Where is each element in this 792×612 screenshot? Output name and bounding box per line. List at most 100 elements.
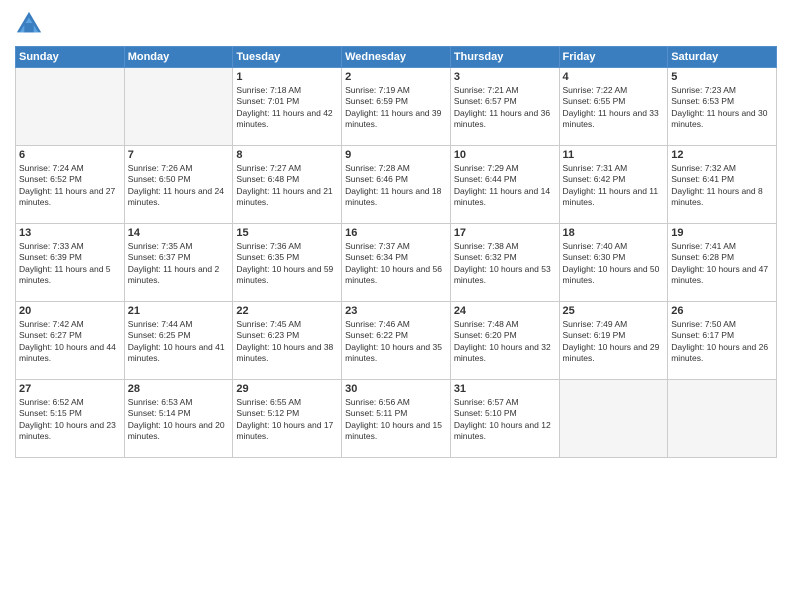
day-info: Sunrise: 7:31 AMSunset: 6:42 PMDaylight:…: [563, 163, 665, 209]
day-number: 23: [345, 305, 447, 317]
calendar-cell: 27 Sunrise: 6:52 AMSunset: 5:15 PMDayligh…: [16, 380, 125, 458]
day-number: 1: [236, 71, 338, 83]
day-number: 31: [454, 383, 556, 395]
day-info: Sunrise: 6:57 AMSunset: 5:10 PMDaylight:…: [454, 397, 556, 443]
day-number: 7: [128, 149, 230, 161]
day-info: Sunrise: 7:38 AMSunset: 6:32 PMDaylight:…: [454, 241, 556, 287]
weekday-header-friday: Friday: [559, 47, 668, 68]
calendar-week-5: 27 Sunrise: 6:52 AMSunset: 5:15 PMDayligh…: [16, 380, 777, 458]
calendar-cell: [16, 68, 125, 146]
day-info: Sunrise: 6:56 AMSunset: 5:11 PMDaylight:…: [345, 397, 447, 443]
calendar-week-4: 20 Sunrise: 7:42 AMSunset: 6:27 PMDayligh…: [16, 302, 777, 380]
day-info: Sunrise: 7:49 AMSunset: 6:19 PMDaylight:…: [563, 319, 665, 365]
day-number: 8: [236, 149, 338, 161]
day-info: Sunrise: 7:29 AMSunset: 6:44 PMDaylight:…: [454, 163, 556, 209]
calendar-cell: 19 Sunrise: 7:41 AMSunset: 6:28 PMDayligh…: [668, 224, 777, 302]
day-info: Sunrise: 7:33 AMSunset: 6:39 PMDaylight:…: [19, 241, 121, 287]
logo-icon: [15, 10, 43, 38]
calendar-cell: 30 Sunrise: 6:56 AMSunset: 5:11 PMDayligh…: [342, 380, 451, 458]
calendar-cell: [124, 68, 233, 146]
calendar-cell: 22 Sunrise: 7:45 AMSunset: 6:23 PMDayligh…: [233, 302, 342, 380]
calendar-week-3: 13 Sunrise: 7:33 AMSunset: 6:39 PMDayligh…: [16, 224, 777, 302]
calendar-cell: 23 Sunrise: 7:46 AMSunset: 6:22 PMDayligh…: [342, 302, 451, 380]
day-number: 20: [19, 305, 121, 317]
calendar-page: SundayMondayTuesdayWednesdayThursdayFrid…: [0, 0, 792, 612]
weekday-header-sunday: Sunday: [16, 47, 125, 68]
day-number: 18: [563, 227, 665, 239]
day-number: 4: [563, 71, 665, 83]
calendar-cell: 18 Sunrise: 7:40 AMSunset: 6:30 PMDayligh…: [559, 224, 668, 302]
day-info: Sunrise: 7:24 AMSunset: 6:52 PMDaylight:…: [19, 163, 121, 209]
calendar-cell: 9Sunrise: 7:28 AMSunset: 6:46 PMDaylight…: [342, 146, 451, 224]
day-info: Sunrise: 6:53 AMSunset: 5:14 PMDaylight:…: [128, 397, 230, 443]
day-info: Sunrise: 7:46 AMSunset: 6:22 PMDaylight:…: [345, 319, 447, 365]
calendar-cell: 26 Sunrise: 7:50 AMSunset: 6:17 PMDayligh…: [668, 302, 777, 380]
day-info: Sunrise: 7:36 AMSunset: 6:35 PMDaylight:…: [236, 241, 338, 287]
day-info: Sunrise: 6:52 AMSunset: 5:15 PMDaylight:…: [19, 397, 121, 443]
calendar-cell: 28 Sunrise: 6:53 AMSunset: 5:14 PMDayligh…: [124, 380, 233, 458]
day-number: 12: [671, 149, 773, 161]
day-number: 29: [236, 383, 338, 395]
weekday-header-monday: Monday: [124, 47, 233, 68]
calendar-cell: 14Sunrise: 7:35 AMSunset: 6:37 PMDayligh…: [124, 224, 233, 302]
calendar-cell: 8 Sunrise: 7:27 AMSunset: 6:48 PMDaylight…: [233, 146, 342, 224]
day-info: Sunrise: 7:41 AMSunset: 6:28 PMDaylight:…: [671, 241, 773, 287]
day-number: 15: [236, 227, 338, 239]
day-number: 26: [671, 305, 773, 317]
calendar-cell: 20 Sunrise: 7:42 AMSunset: 6:27 PMDayligh…: [16, 302, 125, 380]
day-info: Sunrise: 7:21 AMSunset: 6:57 PMDaylight:…: [454, 85, 556, 131]
day-number: 13: [19, 227, 121, 239]
weekday-header-wednesday: Wednesday: [342, 47, 451, 68]
calendar-cell: 29 Sunrise: 6:55 AMSunset: 5:12 PMDayligh…: [233, 380, 342, 458]
day-number: 2: [345, 71, 447, 83]
weekday-header-saturday: Saturday: [668, 47, 777, 68]
day-info: Sunrise: 7:19 AMSunset: 6:59 PMDaylight:…: [345, 85, 447, 131]
day-number: 28: [128, 383, 230, 395]
day-info: Sunrise: 7:23 AMSunset: 6:53 PMDaylight:…: [671, 85, 773, 131]
calendar-week-1: 1 Sunrise: 7:18 AMSunset: 7:01 PMDaylight…: [16, 68, 777, 146]
day-info: Sunrise: 7:32 AMSunset: 6:41 PMDaylight:…: [671, 163, 773, 209]
day-info: Sunrise: 7:45 AMSunset: 6:23 PMDaylight:…: [236, 319, 338, 365]
calendar-cell: 16Sunrise: 7:37 AMSunset: 6:34 PMDayligh…: [342, 224, 451, 302]
day-number: 24: [454, 305, 556, 317]
day-info: Sunrise: 7:22 AMSunset: 6:55 PMDaylight:…: [563, 85, 665, 131]
calendar-cell: 5 Sunrise: 7:23 AMSunset: 6:53 PMDaylight…: [668, 68, 777, 146]
calendar-cell: 24 Sunrise: 7:48 AMSunset: 6:20 PMDayligh…: [450, 302, 559, 380]
calendar-cell: 11Sunrise: 7:31 AMSunset: 6:42 PMDayligh…: [559, 146, 668, 224]
calendar-cell: [559, 380, 668, 458]
day-number: 5: [671, 71, 773, 83]
weekday-header-row: SundayMondayTuesdayWednesdayThursdayFrid…: [16, 47, 777, 68]
day-info: Sunrise: 6:55 AMSunset: 5:12 PMDaylight:…: [236, 397, 338, 443]
day-info: Sunrise: 7:40 AMSunset: 6:30 PMDaylight:…: [563, 241, 665, 287]
day-number: 21: [128, 305, 230, 317]
day-number: 19: [671, 227, 773, 239]
day-info: Sunrise: 7:27 AMSunset: 6:48 PMDaylight:…: [236, 163, 338, 209]
calendar-cell: 21 Sunrise: 7:44 AMSunset: 6:25 PMDayligh…: [124, 302, 233, 380]
day-info: Sunrise: 7:42 AMSunset: 6:27 PMDaylight:…: [19, 319, 121, 365]
day-info: Sunrise: 7:44 AMSunset: 6:25 PMDaylight:…: [128, 319, 230, 365]
day-number: 3: [454, 71, 556, 83]
calendar-week-2: 6 Sunrise: 7:24 AMSunset: 6:52 PMDaylight…: [16, 146, 777, 224]
day-number: 9: [345, 149, 447, 161]
calendar-table: SundayMondayTuesdayWednesdayThursdayFrid…: [15, 46, 777, 458]
day-info: Sunrise: 7:18 AMSunset: 7:01 PMDaylight:…: [236, 85, 338, 131]
logo: [15, 10, 47, 38]
day-number: 6: [19, 149, 121, 161]
day-number: 10: [454, 149, 556, 161]
day-number: 14: [128, 227, 230, 239]
calendar-cell: 1 Sunrise: 7:18 AMSunset: 7:01 PMDaylight…: [233, 68, 342, 146]
weekday-header-thursday: Thursday: [450, 47, 559, 68]
calendar-cell: 7Sunrise: 7:26 AMSunset: 6:50 PMDaylight…: [124, 146, 233, 224]
calendar-cell: 12 Sunrise: 7:32 AMSunset: 6:41 PMDayligh…: [668, 146, 777, 224]
day-number: 27: [19, 383, 121, 395]
calendar-cell: 4 Sunrise: 7:22 AMSunset: 6:55 PMDaylight…: [559, 68, 668, 146]
header: [15, 10, 777, 38]
calendar-cell: 6 Sunrise: 7:24 AMSunset: 6:52 PMDaylight…: [16, 146, 125, 224]
day-info: Sunrise: 7:50 AMSunset: 6:17 PMDaylight:…: [671, 319, 773, 365]
calendar-cell: 25Sunrise: 7:49 AMSunset: 6:19 PMDayligh…: [559, 302, 668, 380]
day-number: 22: [236, 305, 338, 317]
day-number: 17: [454, 227, 556, 239]
day-number: 30: [345, 383, 447, 395]
day-info: Sunrise: 7:48 AMSunset: 6:20 PMDaylight:…: [454, 319, 556, 365]
calendar-cell: 17 Sunrise: 7:38 AMSunset: 6:32 PMDayligh…: [450, 224, 559, 302]
